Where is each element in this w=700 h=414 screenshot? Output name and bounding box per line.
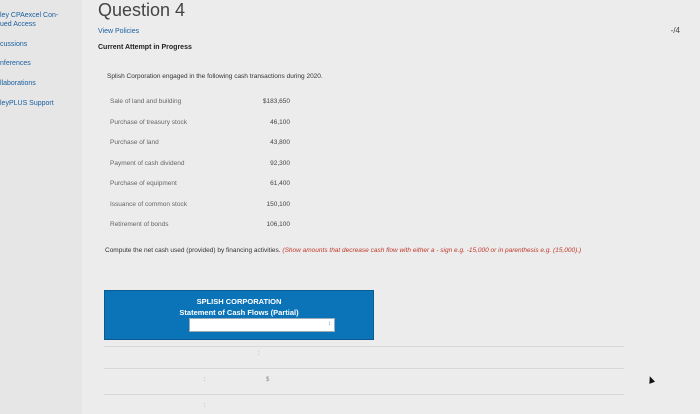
sidebar: ley CPAexcel Con- ued Access cussions nf… [0,0,82,414]
table-row: Issuance of common stock 150,100 [110,201,290,222]
transaction-label: Purchase of treasury stock [110,118,187,126]
row-mark: : [258,351,260,357]
transaction-value: 61,400 [270,180,290,187]
sidebar-item-access[interactable]: ued Access [0,21,36,29]
currency-mark: $ [266,377,270,383]
attempt-status: Current Attempt in Progress [98,44,192,51]
transaction-label: Purchase of land [110,139,159,146]
view-policies-link[interactable]: View Policies [98,28,139,35]
statement-header: SPLISH CORPORATION Statement of Cash Flo… [104,290,374,340]
divider [104,368,624,369]
table-row: Purchase of equipment 61,400 [110,180,290,201]
transaction-label: Purchase of equipment [110,180,177,187]
sidebar-item-support[interactable]: leyPLUS Support [0,100,54,108]
sidebar-item-discussions[interactable]: cussions [0,41,27,49]
divider [104,394,624,395]
transaction-label: Payment of cash dividend [110,159,185,167]
question-title: Question 4 [98,0,186,20]
table-row: Sale of land and building $183,650 [110,98,290,119]
instructions-text: Compute the net cash used (provided) by … [105,247,281,254]
table-row: Retirement of bonds 106,100 [110,221,290,242]
transaction-value: 46,100 [270,118,290,126]
main-content: Question 4 -/4 View Policies Current Att… [82,0,700,414]
transaction-value: 43,800 [270,139,290,146]
instructions-note: (Show amounts that decrease cash flow wi… [282,247,582,254]
transaction-label: Sale of land and building [110,98,182,105]
row-mark: : [204,377,206,383]
statement-subtitle: Statement of Cash Flows (Partial) [179,308,299,317]
statement-company: SPLISH CORPORATION [196,297,282,306]
score-label: -/4 [670,26,680,35]
question-intro: Splish Corporation engaged in the follow… [107,73,323,80]
transaction-value: 150,100 [266,200,291,208]
table-row: Payment of cash dividend 92,300 [110,160,290,181]
row-mark: : [204,403,206,409]
divider [104,346,624,347]
transaction-value: $183,650 [262,98,290,105]
transaction-value: 92,300 [270,159,290,167]
transactions-table: Sale of land and building $183,650 Purch… [110,98,290,242]
transaction-label: Issuance of common stock [110,200,187,208]
sidebar-item-cpaexcel[interactable]: ley CPAexcel Con- [0,12,58,20]
select-arrow-icon: ↕ [328,321,331,327]
instructions: Compute the net cash used (provided) by … [105,246,665,255]
transaction-label: Retirement of bonds [110,221,169,228]
sidebar-item-conferences[interactable]: nferences [0,60,31,68]
statement-period-select[interactable]: ↕ [189,318,335,332]
table-row: Purchase of land 43,800 [110,139,290,160]
table-row: Purchase of treasury stock 46,100 [110,119,290,140]
transaction-value: 106,100 [266,221,291,228]
sidebar-item-collaborations[interactable]: llaborations [0,80,36,88]
